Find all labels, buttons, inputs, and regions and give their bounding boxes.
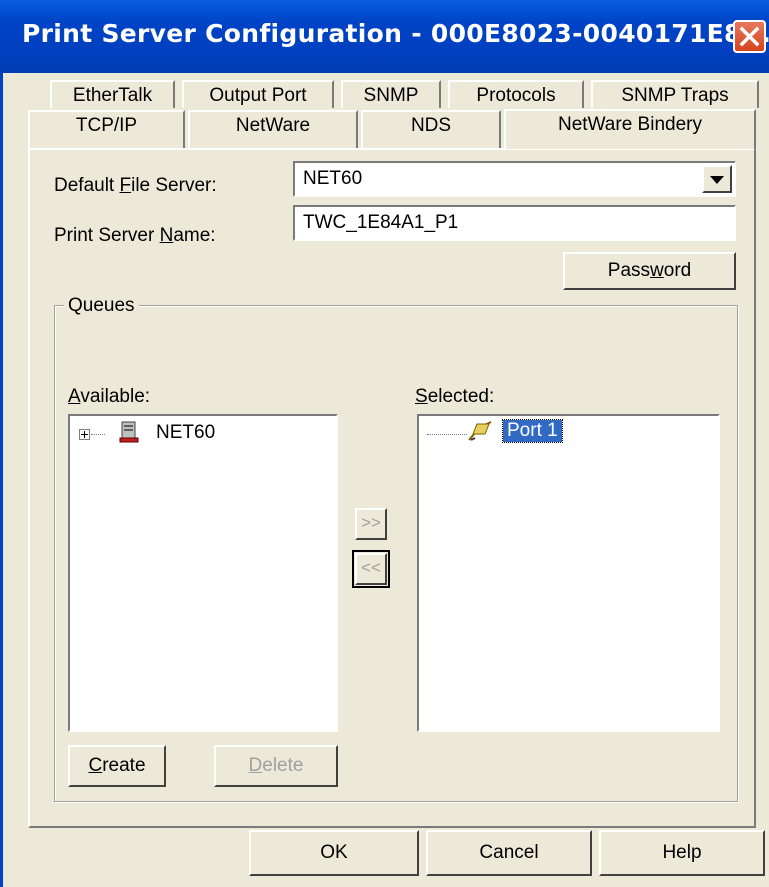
create-button[interactable]: Create (68, 745, 166, 787)
delete-button[interactable]: Delete (214, 745, 338, 787)
password-button[interactable]: Password (563, 252, 736, 290)
tree-expander[interactable] (79, 429, 90, 440)
dialog-window: Print Server Configuration - 000E8023-00… (0, 0, 769, 887)
available-queues-list[interactable]: NET60 (68, 414, 338, 732)
server-icon (119, 421, 139, 443)
window-frame-left (0, 73, 3, 887)
remove-queue-button[interactable]: << (352, 550, 390, 588)
help-button[interactable]: Help (599, 830, 765, 876)
printer-port-icon (468, 421, 492, 441)
plus-icon (81, 431, 88, 438)
tree-item-port-1[interactable]: Port 1 (502, 419, 563, 443)
tab-netware-bindery[interactable]: NetWare Bindery (504, 109, 756, 149)
tree-item-net60[interactable]: NET60 (156, 422, 215, 444)
print-server-name-value: TWC_1E84A1_P1 (303, 212, 459, 233)
print-server-name-label: Print Server Name: (54, 225, 216, 246)
tab-snmp[interactable]: SNMP (341, 80, 441, 108)
tree-connector (91, 434, 105, 435)
close-icon (739, 26, 760, 47)
tab-ethertalk[interactable]: EtherTalk (50, 80, 175, 108)
tab-snmp-traps[interactable]: SNMP Traps (591, 80, 759, 108)
default-file-server-select[interactable]: NET60 (293, 161, 736, 197)
add-queue-button[interactable]: >> (355, 508, 387, 540)
close-button[interactable] (733, 20, 766, 53)
selected-label: Selected: (415, 386, 495, 407)
default-file-server-value: NET60 (303, 168, 363, 189)
tab-nds[interactable]: NDS (361, 110, 501, 150)
tree-connector (427, 434, 467, 435)
queues-group-label: Queues (64, 295, 139, 317)
cancel-button[interactable]: Cancel (426, 830, 592, 876)
tab-protocols[interactable]: Protocols (448, 80, 584, 108)
ok-button[interactable]: OK (249, 830, 419, 876)
selected-queues-list[interactable]: Port 1 (417, 414, 720, 732)
chevron-down-icon (710, 176, 724, 184)
available-label: Available: (68, 386, 151, 407)
tab-netware[interactable]: NetWare (188, 110, 358, 150)
title-bar[interactable]: Print Server Configuration - 000E8023-00… (0, 0, 769, 73)
print-server-name-input[interactable]: TWC_1E84A1_P1 (293, 205, 736, 241)
tab-output-port[interactable]: Output Port (182, 80, 334, 108)
window-title: Print Server Configuration - 000E8023-00… (22, 19, 769, 48)
default-file-server-label: Default File Server: (54, 175, 217, 196)
tab-tcp-ip[interactable]: TCP/IP (28, 110, 185, 150)
dropdown-button[interactable] (702, 165, 732, 193)
